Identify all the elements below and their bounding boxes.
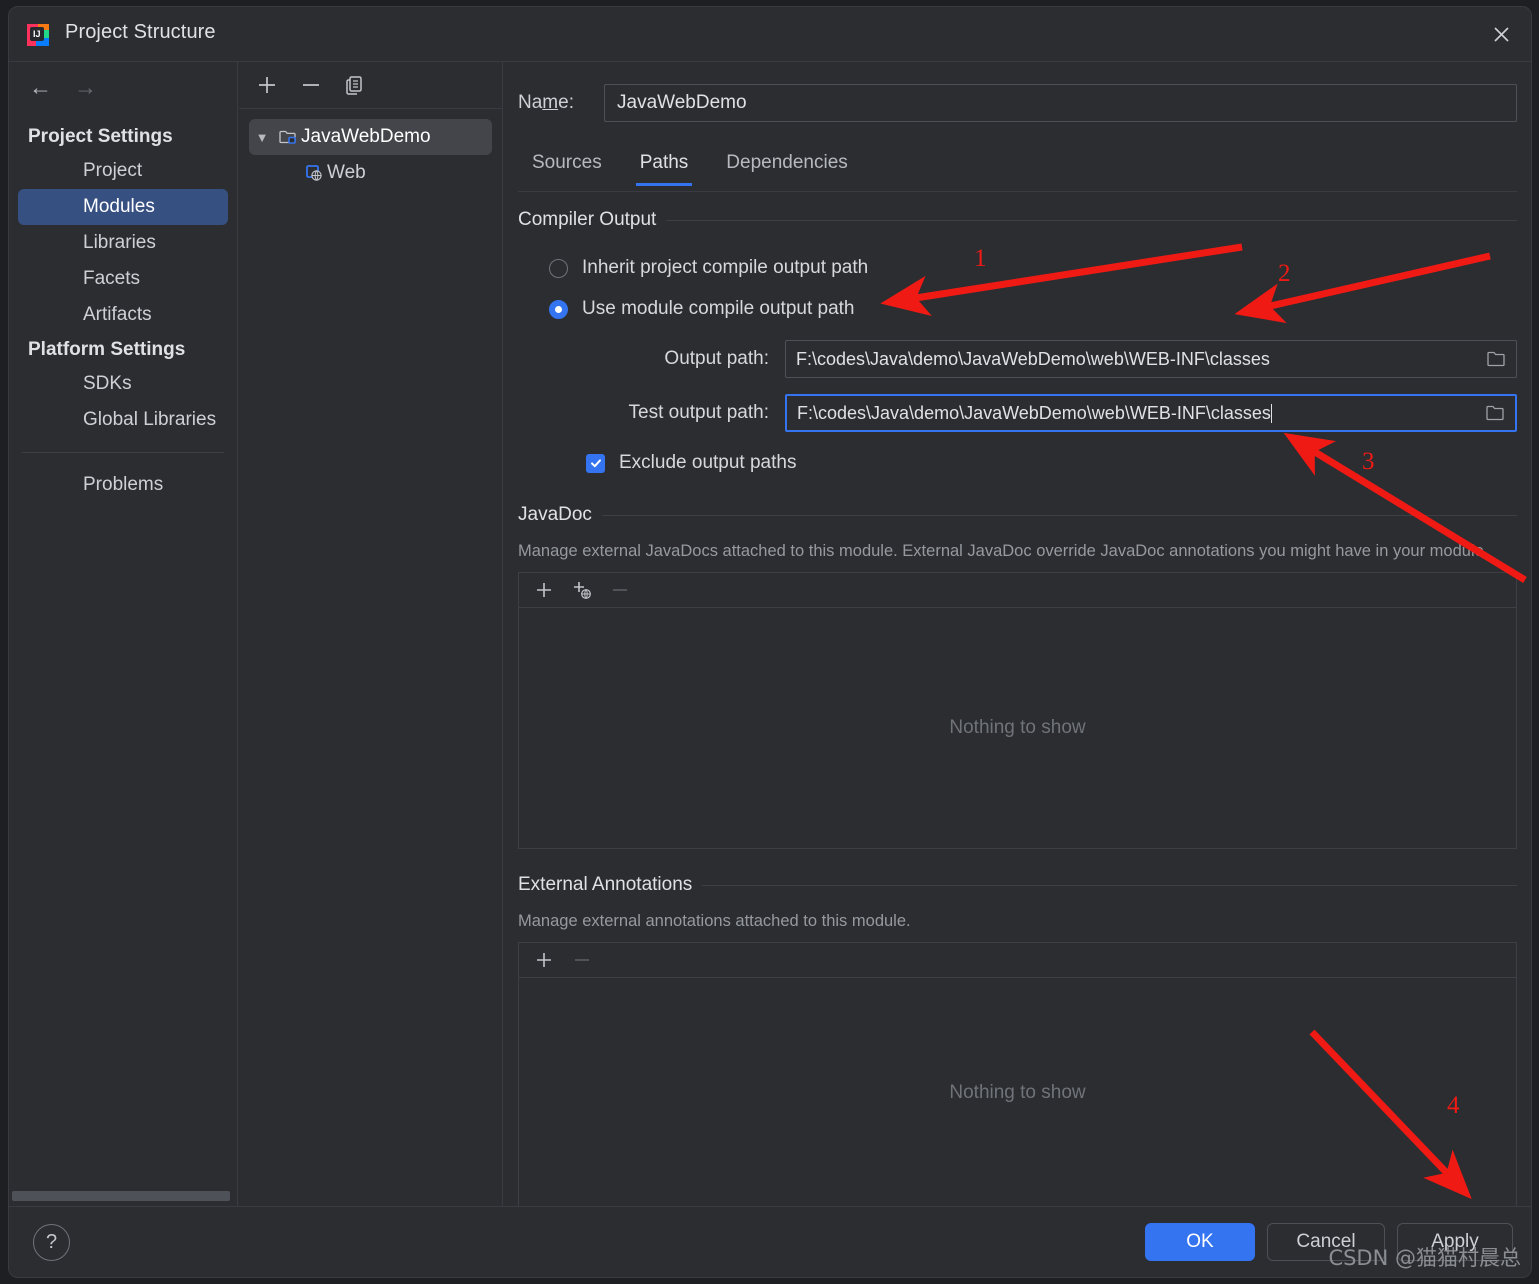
plus-icon[interactable]	[253, 71, 281, 99]
external-annotations-title: External Annotations	[518, 874, 693, 895]
sidebar-item-project[interactable]: Project	[18, 153, 228, 189]
external-annotations-empty-text: Nothing to show	[949, 1081, 1086, 1103]
scrollbar-thumb[interactable]	[12, 1191, 230, 1201]
sidebar-item-artifacts[interactable]: Artifacts	[18, 297, 228, 333]
sidebar-item-problems[interactable]: Problems	[18, 467, 228, 503]
annotation-number-4: 4	[1447, 1092, 1460, 1119]
sidebar-group-project-settings: Project Settings	[28, 126, 173, 147]
tab-paths[interactable]: Paths	[626, 146, 703, 186]
plus-icon[interactable]	[531, 577, 557, 603]
module-tabs: Sources Paths Dependencies	[518, 146, 1517, 192]
settings-sidebar: ← → Project Settings Project Modules Lib…	[9, 62, 238, 1206]
javadoc-title: JavaDoc	[518, 504, 592, 525]
javadoc-section: JavaDoc Manage external JavaDocs attache…	[518, 503, 1517, 849]
test-output-path-value: F:\codes\Java\demo\JavaWebDemo\web\WEB-I…	[787, 403, 1475, 424]
sidebar-item-libraries[interactable]: Libraries	[18, 225, 228, 261]
exclude-output-paths-row[interactable]: Exclude output paths	[586, 447, 1517, 479]
minus-icon	[569, 947, 595, 973]
tree-node-javawebdemo[interactable]: ▼ JavaWebDemo	[249, 119, 492, 155]
checkbox-checked-icon[interactable]	[586, 453, 605, 473]
sidebar-item-modules[interactable]: Modules	[18, 189, 228, 225]
project-structure-dialog: IJ Project Structure ← → Project Setting…	[8, 6, 1532, 1278]
module-tree-panel: ▼ JavaWebDemo Web	[239, 62, 503, 1206]
javadoc-list[interactable]: Nothing to show	[518, 607, 1517, 849]
folder-icon[interactable]	[1475, 402, 1515, 424]
javadoc-header: JavaDoc	[518, 503, 1517, 527]
web-facet-icon	[301, 163, 327, 183]
folder-icon[interactable]	[1476, 348, 1516, 370]
tab-dependencies[interactable]: Dependencies	[712, 146, 861, 186]
module-tree-toolbar	[239, 62, 502, 109]
tree-node-web[interactable]: Web	[249, 155, 492, 191]
output-path-row: Output path: F:\codes\Java\demo\JavaWebD…	[549, 339, 1517, 379]
radio-inherit-project-output[interactable]: Inherit project compile output path	[549, 252, 1517, 284]
chevron-down-icon[interactable]: ▼	[249, 130, 275, 145]
tree-node-label: JavaWebDemo	[301, 126, 431, 147]
apply-button[interactable]: Apply	[1397, 1223, 1513, 1261]
plus-icon[interactable]	[531, 947, 557, 973]
arrow-left-icon[interactable]: ←	[29, 76, 52, 99]
compiler-output-title: Compiler Output	[518, 209, 657, 230]
dialog-footer: ? OK Cancel Apply	[9, 1206, 1531, 1277]
module-name-input[interactable]	[604, 84, 1517, 122]
title-bar: IJ Project Structure	[9, 7, 1531, 62]
plus-globe-icon[interactable]	[569, 577, 595, 603]
copy-icon[interactable]	[341, 71, 369, 99]
external-annotations-header: External Annotations	[518, 873, 1517, 897]
output-path-field[interactable]: F:\codes\Java\demo\JavaWebDemo\web\WEB-I…	[785, 340, 1517, 378]
section-divider	[702, 884, 1517, 886]
radio-button-selected-icon[interactable]	[549, 299, 568, 319]
output-path-label: Output path:	[664, 348, 769, 369]
external-annotations-toolbar	[518, 942, 1517, 977]
external-annotations-description: Manage external annotations attached to …	[518, 912, 911, 930]
test-output-path-text: F:\codes\Java\demo\JavaWebDemo\web\WEB-I…	[797, 402, 1271, 423]
javadoc-toolbar	[518, 572, 1517, 607]
sidebar-navigation: ← →	[29, 76, 97, 99]
annotation-number-2: 2	[1278, 260, 1291, 287]
radio-label: Inherit project compile output path	[582, 257, 869, 278]
minus-icon[interactable]	[297, 71, 325, 99]
intellij-idea-icon: IJ	[25, 22, 51, 48]
close-icon[interactable]	[1483, 17, 1519, 51]
tree-node-label: Web	[327, 162, 366, 183]
javadoc-description: Manage external JavaDocs attached to thi…	[518, 542, 1489, 560]
radio-label: Use module compile output path	[582, 298, 855, 319]
sidebar-item-global-libraries[interactable]: Global Libraries	[18, 402, 228, 438]
help-button[interactable]: ?	[33, 1224, 70, 1261]
test-output-path-field[interactable]: F:\codes\Java\demo\JavaWebDemo\web\WEB-I…	[785, 394, 1517, 432]
arrow-right-icon[interactable]: →	[74, 76, 97, 99]
section-divider	[601, 514, 1517, 516]
sidebar-horizontal-scrollbar[interactable]	[9, 1190, 237, 1202]
module-name-row: Name:	[518, 84, 1517, 122]
test-output-path-label: Test output path:	[628, 402, 770, 423]
javadoc-empty-text: Nothing to show	[949, 717, 1086, 738]
module-tree: ▼ JavaWebDemo Web	[239, 109, 502, 1206]
output-path-value: F:\codes\Java\demo\JavaWebDemo\web\WEB-I…	[796, 348, 1270, 369]
test-output-path-row: Test output path: F:\codes\Java\demo\Jav…	[549, 393, 1517, 433]
tab-sources[interactable]: Sources	[518, 146, 616, 186]
compiler-output-header: Compiler Output	[518, 208, 1517, 232]
module-folder-icon	[275, 127, 301, 147]
cancel-button[interactable]: Cancel	[1267, 1223, 1385, 1261]
compiler-output-section: Compiler Output Inherit project compile …	[518, 208, 1517, 479]
sidebar-divider	[22, 452, 224, 453]
radio-button-icon[interactable]	[549, 258, 568, 278]
radio-use-module-output[interactable]: Use module compile output path	[549, 293, 1517, 325]
sidebar-item-sdks[interactable]: SDKs	[18, 366, 228, 402]
page-title: Project Structure	[65, 21, 216, 43]
ok-button[interactable]: OK	[1145, 1223, 1255, 1261]
exclude-output-paths-label: Exclude output paths	[619, 452, 797, 473]
external-annotations-list[interactable]: Nothing to show	[518, 977, 1517, 1206]
external-annotations-section: External Annotations Manage external ann…	[518, 873, 1517, 1206]
module-name-label: Name:	[518, 92, 574, 113]
module-settings-panel: Name: Sources Paths Dependencies Compile…	[504, 62, 1531, 1206]
text-caret	[1270, 403, 1272, 423]
annotation-number-3: 3	[1362, 448, 1375, 475]
sidebar-item-facets[interactable]: Facets	[18, 261, 228, 297]
svg-text:IJ: IJ	[33, 29, 41, 39]
sidebar-group-platform-settings: Platform Settings	[28, 339, 186, 360]
minus-icon	[607, 577, 633, 603]
section-divider	[666, 219, 1517, 221]
annotation-number-1: 1	[974, 245, 987, 272]
